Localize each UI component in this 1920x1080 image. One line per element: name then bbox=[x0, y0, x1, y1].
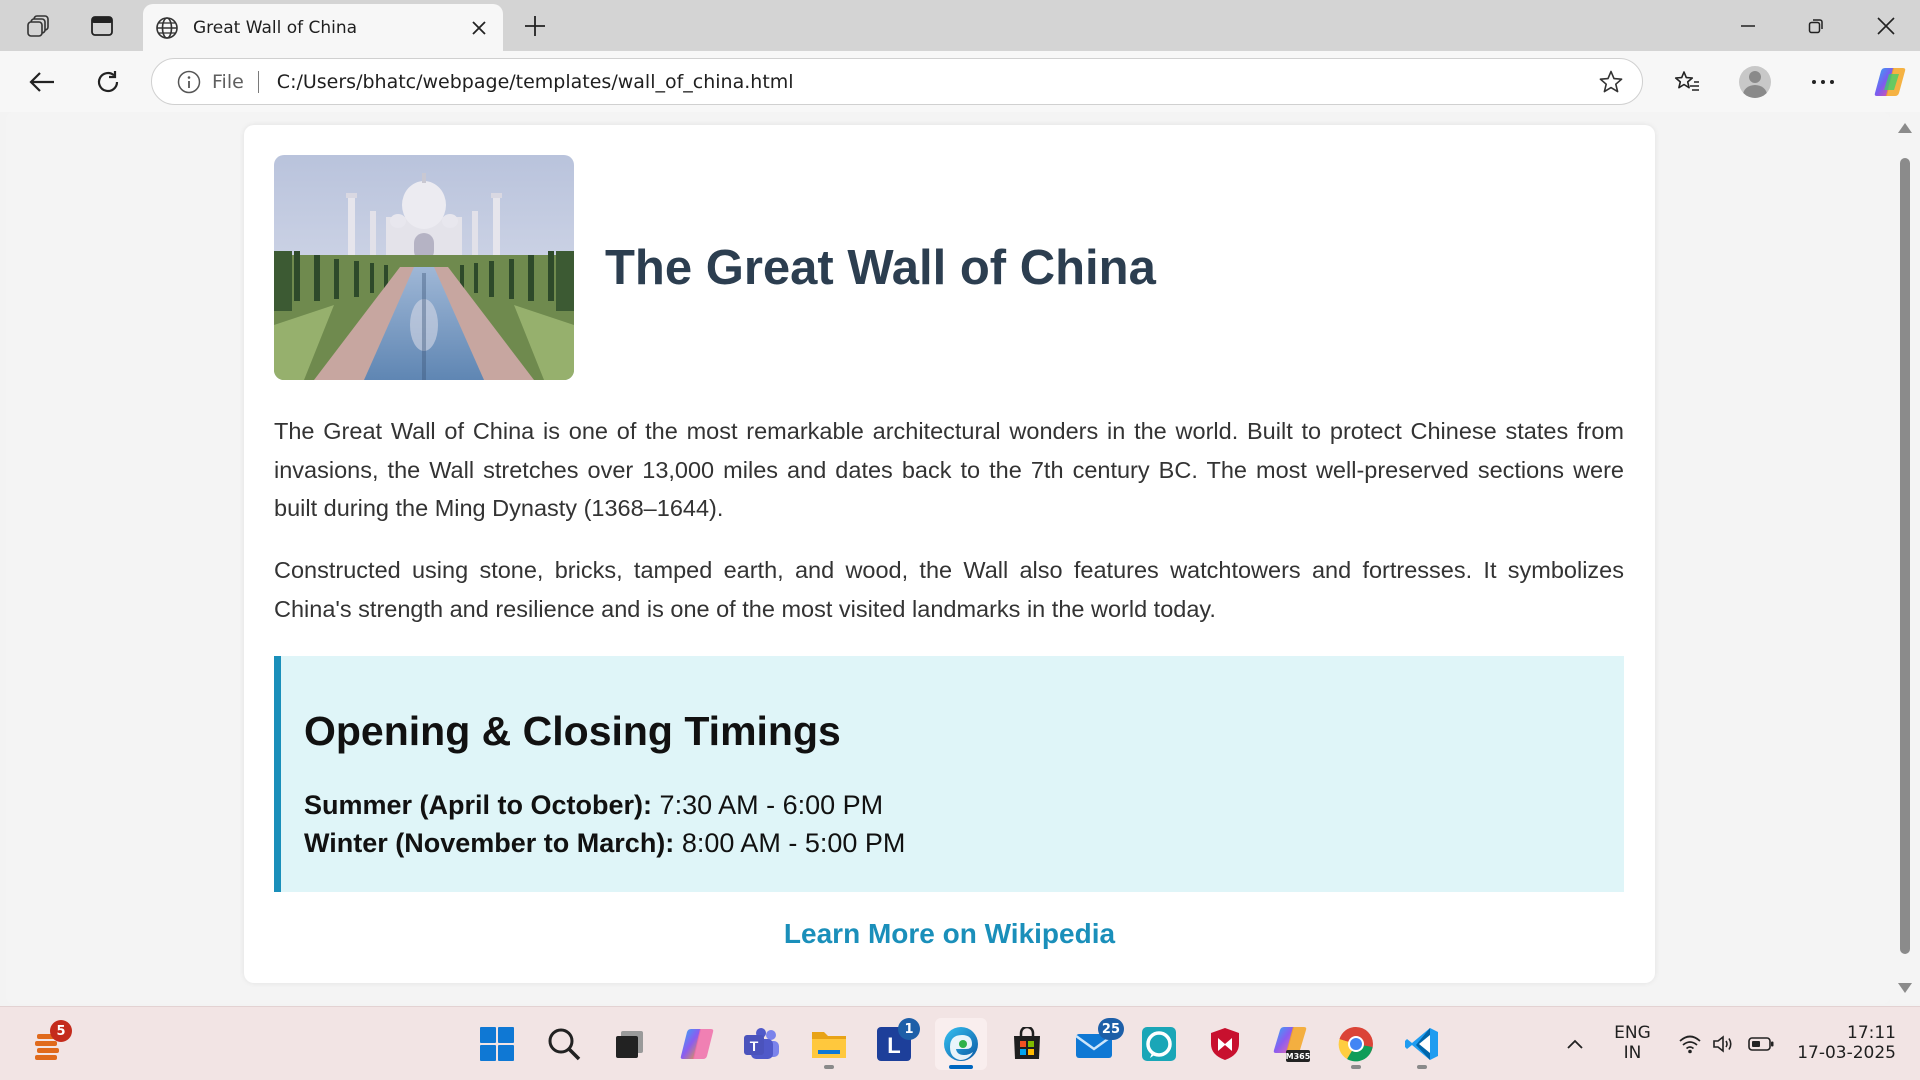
widgets-badge: 5 bbox=[50, 1020, 72, 1042]
url-separator bbox=[257, 70, 259, 93]
m365-label: M365 bbox=[1286, 1052, 1311, 1061]
volume-icon[interactable] bbox=[1708, 1018, 1738, 1070]
running-indicator bbox=[824, 1065, 834, 1069]
page-title: The Great Wall of China bbox=[605, 241, 1156, 295]
clock-time: 17:11 bbox=[1847, 1023, 1896, 1043]
show-hidden-icons-chevron-icon[interactable] bbox=[1550, 1018, 1600, 1070]
svg-text:T: T bbox=[750, 1038, 759, 1054]
start-icon[interactable] bbox=[471, 1018, 523, 1070]
copilot-icon[interactable] bbox=[1867, 59, 1913, 105]
clock[interactable]: 17:11 17-03-2025 bbox=[1790, 1023, 1900, 1063]
widgets-icon[interactable]: 5 bbox=[22, 1018, 74, 1070]
clock-date: 17-03-2025 bbox=[1797, 1043, 1896, 1063]
workspaces-icon[interactable] bbox=[13, 0, 64, 51]
copilot-taskbar-icon[interactable] bbox=[671, 1018, 723, 1070]
mcafee-icon[interactable] bbox=[1199, 1018, 1251, 1070]
language-code: ENG bbox=[1614, 1023, 1651, 1043]
search-icon[interactable] bbox=[538, 1018, 590, 1070]
wikipedia-link[interactable]: Learn More on Wikipedia bbox=[244, 918, 1655, 950]
app-l-badge: 1 bbox=[898, 1018, 920, 1040]
m365-icon[interactable]: M365 bbox=[1266, 1018, 1318, 1070]
address-toolbar: File C:/Users/bhatc/webpage/templates/wa… bbox=[0, 51, 1920, 112]
more-menu-icon[interactable] bbox=[1800, 59, 1846, 105]
file-explorer-icon[interactable] bbox=[803, 1018, 855, 1070]
mail-badge: 25 bbox=[1097, 1018, 1124, 1040]
tab-bar: Great Wall of China bbox=[0, 0, 1920, 51]
running-indicator bbox=[1417, 1065, 1427, 1069]
vertical-tabs-icon[interactable] bbox=[76, 0, 127, 51]
url-text[interactable]: C:/Users/bhatc/webpage/templates/wall_of… bbox=[277, 71, 1588, 93]
new-tab-icon[interactable] bbox=[514, 0, 556, 51]
taskbar: 5 T L 1 25 M365 ENG IN 17:11 17-03-2025 bbox=[0, 1006, 1920, 1080]
summer-label: Summer (April to October): bbox=[304, 790, 653, 820]
timings-heading: Opening & Closing Timings bbox=[304, 708, 841, 754]
chrome-icon[interactable] bbox=[1330, 1018, 1382, 1070]
task-view-icon[interactable] bbox=[603, 1018, 655, 1070]
globe-icon bbox=[153, 14, 181, 42]
vscode-icon[interactable] bbox=[1396, 1018, 1448, 1070]
svg-text:L: L bbox=[887, 1033, 900, 1058]
address-bar[interactable]: File C:/Users/bhatc/webpage/templates/wa… bbox=[151, 58, 1643, 105]
info-icon[interactable] bbox=[176, 69, 202, 95]
timings-box: Opening & Closing Timings Summer (April … bbox=[274, 656, 1624, 892]
scrollbar-thumb[interactable] bbox=[1900, 158, 1910, 954]
scroll-down-arrow-icon[interactable] bbox=[1898, 983, 1912, 993]
intro-paragraph: The Great Wall of China is one of the mo… bbox=[274, 418, 1624, 521]
app-l-icon[interactable]: L 1 bbox=[868, 1018, 920, 1070]
language-indicator[interactable]: ENG IN bbox=[1600, 1023, 1665, 1063]
close-window-icon[interactable] bbox=[1852, 0, 1920, 51]
active-indicator bbox=[949, 1065, 973, 1069]
battery-icon[interactable] bbox=[1744, 1018, 1778, 1070]
favorites-icon[interactable] bbox=[1664, 59, 1710, 105]
close-tab-icon[interactable] bbox=[459, 8, 499, 48]
construction-paragraph: Constructed using stone, bricks, tamped … bbox=[274, 557, 1624, 622]
minimize-icon[interactable] bbox=[1714, 0, 1782, 51]
active-tab[interactable]: Great Wall of China bbox=[143, 4, 503, 51]
winter-value: 8:00 AM - 5:00 PM bbox=[681, 828, 906, 858]
running-indicator bbox=[1351, 1065, 1361, 1069]
wifi-icon[interactable] bbox=[1676, 1018, 1704, 1070]
alexa-icon[interactable] bbox=[1133, 1018, 1185, 1070]
content-card: The Great Wall of China The Great Wall o… bbox=[244, 125, 1655, 983]
edge-icon[interactable] bbox=[935, 1018, 987, 1070]
tab-title: Great Wall of China bbox=[193, 17, 358, 38]
summer-timing: Summer (April to October): 7:30 AM - 6:0… bbox=[304, 790, 883, 821]
avatar bbox=[1739, 66, 1771, 98]
vertical-scrollbar[interactable] bbox=[1890, 112, 1920, 1004]
mail-icon[interactable]: 25 bbox=[1068, 1018, 1124, 1070]
summer-value: 7:30 AM - 6:00 PM bbox=[659, 790, 884, 820]
region-code: IN bbox=[1623, 1043, 1642, 1063]
restore-icon[interactable] bbox=[1782, 0, 1850, 51]
back-icon[interactable] bbox=[19, 59, 65, 105]
winter-timing: Winter (November to March): 8:00 AM - 5:… bbox=[304, 828, 905, 859]
profile-avatar[interactable] bbox=[1732, 59, 1778, 105]
refresh-icon[interactable] bbox=[85, 59, 131, 105]
teams-icon[interactable]: T bbox=[736, 1018, 788, 1070]
favorite-star-icon[interactable] bbox=[1588, 59, 1634, 105]
winter-label: Winter (November to March): bbox=[304, 828, 675, 858]
store-icon[interactable] bbox=[1001, 1018, 1053, 1070]
scroll-up-arrow-icon[interactable] bbox=[1898, 123, 1912, 133]
url-scheme-label: File bbox=[212, 70, 244, 93]
hero-image bbox=[274, 155, 574, 380]
